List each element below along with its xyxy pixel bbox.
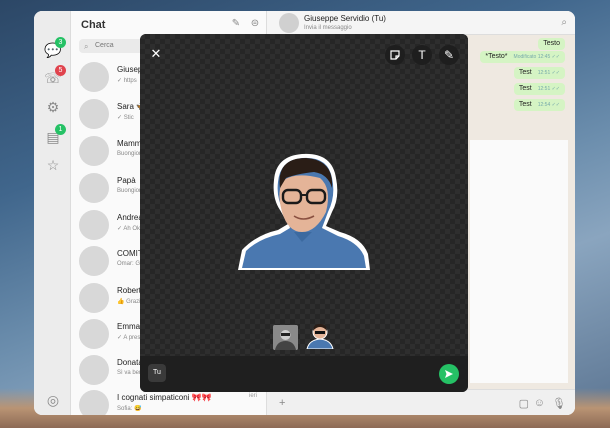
- avatar: [79, 283, 109, 313]
- chat-snippet: Buongior: [117, 188, 142, 194]
- message-meta: 12:51 ✓✓: [537, 86, 560, 92]
- starred-icon[interactable]: ☆: [44, 156, 62, 174]
- message-bubble[interactable]: Testo: [538, 38, 565, 50]
- person-sticker[interactable]: [236, 150, 372, 276]
- recipient-chip[interactable]: Tu: [148, 364, 166, 382]
- sticker-icon[interactable]: ▢: [519, 397, 529, 410]
- new-chat-icon[interactable]: ✎: [230, 18, 242, 30]
- avatar: [79, 173, 109, 203]
- microphone-icon[interactable]: 🎙: [552, 397, 566, 410]
- message-bubble[interactable]: Test 12:51 ✓✓: [513, 83, 565, 95]
- sticker-editor-modal: ✕ T ✎ Tu: [140, 34, 468, 392]
- message-meta: Modificato 12:45 ✓✓: [513, 54, 560, 60]
- message-bubble[interactable]: *Testo* Modificato 12:45 ✓✓: [480, 51, 565, 63]
- message-text: *Testo*: [485, 53, 508, 60]
- close-icon[interactable]: ✕: [148, 46, 164, 62]
- avatar: [79, 355, 109, 385]
- chat-name: Papà: [117, 176, 136, 185]
- nav-rail: 💬 3 ☏ 5 ⚙ ▤ 1 ☆ ◎: [34, 11, 71, 415]
- filter-icon[interactable]: ⊜: [249, 18, 261, 30]
- avatar: [79, 136, 109, 166]
- calls-badge: 5: [55, 65, 66, 76]
- chat-list-title: Chat: [81, 19, 106, 31]
- avatar: [79, 246, 109, 276]
- message-bubble[interactable]: Test 12:51 ✓✓: [513, 67, 565, 79]
- message-meta: 12:54 ✓✓: [537, 102, 560, 108]
- media-preview-area: [470, 140, 568, 383]
- chat-time: ieri: [248, 393, 257, 399]
- avatar: [79, 319, 109, 349]
- message-text: Test: [518, 85, 532, 92]
- avatar: [79, 99, 109, 129]
- message-text: Test: [518, 69, 532, 76]
- search-icon[interactable]: ⌕: [561, 17, 567, 28]
- message-text: Testo: [543, 40, 560, 47]
- chat-snippet: Buongior: [117, 151, 142, 157]
- chat-header: Giuseppe Servidio (Tu) Invia il messaggi…: [267, 11, 575, 35]
- cutout-thumbnail[interactable]: [304, 322, 336, 349]
- contact-subtitle: Invia il messaggio: [304, 25, 352, 31]
- avatar[interactable]: [279, 13, 299, 33]
- original-thumbnail[interactable]: [273, 325, 298, 350]
- avatar: [79, 62, 109, 92]
- message-meta: 12:51 ✓✓: [537, 70, 560, 76]
- chat-snippet: Sì va ben: [117, 370, 143, 376]
- settings-icon[interactable]: ⚙: [44, 98, 62, 116]
- message-input-bar: + ▢ ☺ 🎙: [267, 389, 575, 415]
- chat-name: Andrea: [117, 213, 143, 222]
- chats-badge: 3: [55, 37, 66, 48]
- emoji-icon[interactable]: ☺: [534, 397, 545, 409]
- message-text: Test: [518, 101, 532, 108]
- avatar: [79, 210, 109, 240]
- search-icon: ⌕: [84, 42, 89, 51]
- chat-snippet: ✓ Ah Ok: [117, 226, 141, 232]
- status-icon[interactable]: ◎: [44, 391, 62, 409]
- message-bubble[interactable]: Test 12:54 ✓✓: [513, 99, 565, 111]
- pen-icon[interactable]: ✎: [439, 45, 459, 65]
- chat-snippet: ✓ https: [117, 78, 137, 84]
- archive-badge: 1: [55, 124, 66, 135]
- text-icon[interactable]: T: [412, 45, 432, 65]
- chat-snippet: ✓ Stic: [117, 115, 134, 121]
- chat-snippet: Sofia: 😅: [117, 406, 142, 412]
- attach-icon[interactable]: +: [279, 397, 285, 409]
- editor-footer: Tu: [140, 356, 468, 392]
- contact-name[interactable]: Giuseppe Servidio (Tu): [304, 14, 386, 23]
- avatar: [79, 390, 109, 415]
- send-button[interactable]: [439, 364, 459, 384]
- chat-snippet: ✓ A prest: [117, 335, 143, 341]
- chat-name: I cognati simpaticoni 🎀🎀: [117, 393, 212, 402]
- sticker-icon[interactable]: [385, 45, 405, 65]
